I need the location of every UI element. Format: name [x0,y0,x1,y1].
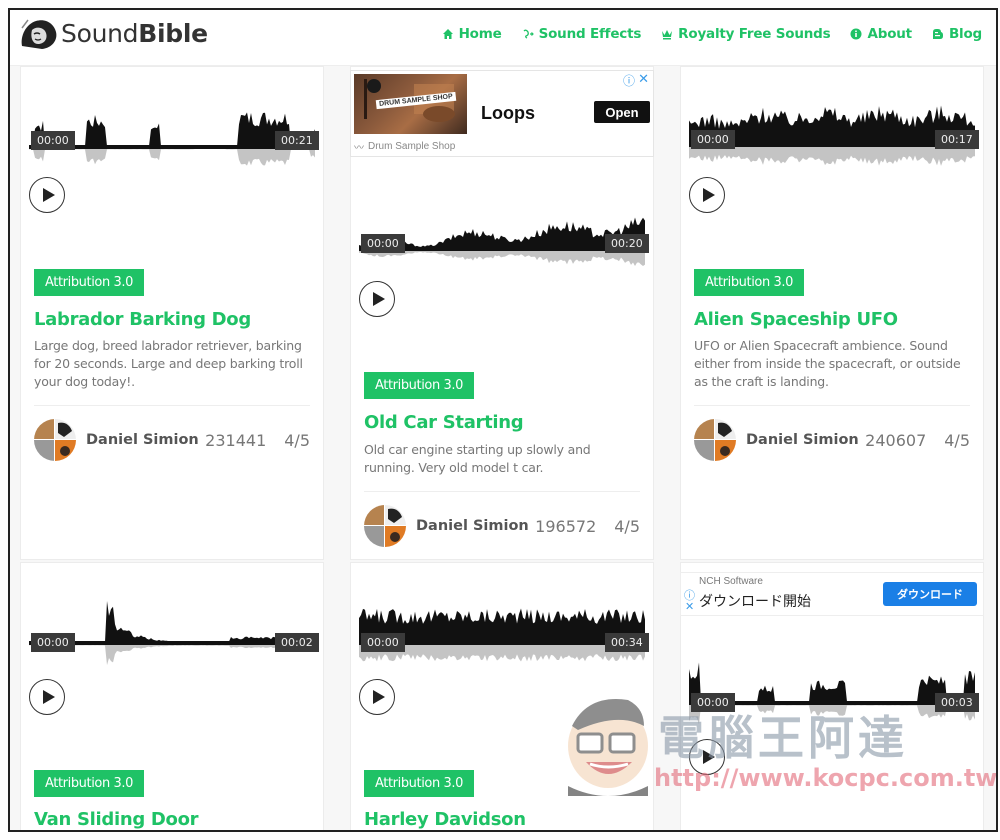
time-end: 00:20 [605,234,649,253]
nav-sound-effects-label: Sound Effects [538,26,642,42]
license-badge[interactable]: Attribution 3.0 [34,770,145,797]
license-badge[interactable]: Attribution 3.0 [694,269,805,296]
crown-icon [662,30,673,40]
rating: 4/5 [614,516,640,536]
time-start: 00:00 [31,633,75,652]
nav-about[interactable]: About [850,26,912,42]
license-badge[interactable]: Attribution 3.0 [364,770,475,797]
nav-royalty-free-label: Royalty Free Sounds [678,26,831,42]
browser-frame: SoundBible Home Sound Effects Royalty Fr… [8,8,998,832]
ad-download-button[interactable]: ダウンロード [883,582,977,606]
nav-sound-effects[interactable]: Sound Effects [522,26,642,42]
waveform-reflection [359,251,645,267]
time-end: 00:17 [935,130,979,149]
play-button[interactable] [29,177,65,213]
ad-info-icon[interactable]: ⓘ [623,72,635,89]
ad-image[interactable]: DRUM SAMPLE SHOP [354,74,467,134]
time-start: 00:00 [31,131,75,150]
sound-card: 00:00 00:34 Attribution 3.0 Harley David… [350,562,654,830]
site-header: SoundBible Home Sound Effects Royalty Fr… [10,10,996,66]
author-avatar[interactable] [34,419,76,461]
sound-card: 00:00 00:21 Attribution 3.0 Labrador Bar… [20,66,324,560]
ad-title[interactable]: ダウンロード開始 [699,591,811,611]
nav-home[interactable]: Home [442,26,502,42]
waveform-reflection [689,147,975,166]
nav-royalty-free[interactable]: Royalty Free Sounds [661,26,831,42]
time-start: 00:00 [361,633,405,652]
ad-open-button[interactable]: Open [594,101,650,123]
ad-source: NCH Software [699,576,763,587]
ad-banner-drum-sample[interactable]: DRUM SAMPLE SHOP Loops Open 〰 Drum Sampl… [350,70,654,157]
sound-meta: Daniel Simion 231441 4/5 [34,419,310,461]
time-start: 00:00 [691,693,735,712]
license-badge[interactable]: Attribution 3.0 [34,269,145,296]
ad-close-icon[interactable]: ✕ [638,71,649,87]
play-button[interactable] [359,679,395,715]
author-name[interactable]: Daniel Simion [416,518,535,534]
time-end: 00:21 [275,131,319,150]
author-name[interactable]: Daniel Simion [746,432,865,448]
main-nav: Home Sound Effects Royalty Free Sounds A… [442,26,982,42]
author-avatar[interactable] [364,505,406,547]
blog-icon [932,29,943,39]
sound-effects-icon [523,29,534,39]
divider [364,491,640,492]
play-button[interactable] [689,739,725,775]
site-logo[interactable]: SoundBible [18,16,208,50]
sound-description: UFO or Alien Spacecraft ambience. Sound … [694,338,961,389]
nav-blog-label: Blog [948,26,982,42]
sound-meta: Daniel Simion 196572 4/5 [364,505,640,547]
waveform-reflection [29,149,315,166]
time-end: 00:03 [935,693,979,712]
sound-description: Old car engine starting up slowly and ru… [364,442,591,475]
rating: 4/5 [284,430,310,450]
sound-card: 00:00 00:02 Attribution 3.0 Van Sliding … [20,562,324,830]
nav-home-label: Home [458,26,502,42]
sound-title[interactable]: Harley Davidson [364,809,526,830]
time-start: 00:00 [691,130,735,149]
divider [34,405,310,406]
sound-meta: Daniel Simion 240607 4/5 [694,419,970,461]
ad-source-label: Drum Sample Shop [368,141,456,152]
download-count: 240607 [865,430,927,450]
logo-face-icon [18,16,60,50]
sound-title[interactable]: Old Car Starting [364,412,524,433]
rating: 4/5 [944,430,970,450]
ad-title[interactable]: Loops [481,103,535,124]
sound-title[interactable]: Van Sliding Door [34,809,199,830]
download-count: 196572 [535,516,597,536]
info-icon [850,28,862,40]
play-button[interactable] [29,679,65,715]
ad-banner-nch[interactable]: ⓘ ✕ NCH Software ダウンロード開始 ダウンロード [680,572,984,616]
sound-title[interactable]: Labrador Barking Dog [34,309,251,330]
logo-text: SoundBible [61,18,208,48]
mustache-icon: 〰 [354,143,364,154]
nav-blog[interactable]: Blog [932,26,982,42]
play-button[interactable] [689,177,725,213]
time-end: 00:02 [275,633,319,652]
sound-card: 00:00 00:17 Attribution 3.0 Alien Spaces… [680,66,984,560]
download-count: 231441 [205,430,267,450]
sound-description: Large dog, breed labrador retriever, bar… [34,338,303,389]
home-icon [442,29,453,39]
ad-source: 〰 Drum Sample Shop [354,139,455,154]
sound-title[interactable]: Alien Spaceship UFO [694,309,898,330]
author-avatar[interactable] [694,419,736,461]
author-name[interactable]: Daniel Simion [86,432,205,448]
license-badge[interactable]: Attribution 3.0 [364,372,475,399]
nav-about-label: About [867,26,912,42]
time-start: 00:00 [361,234,405,253]
play-button[interactable] [359,281,395,317]
divider [694,405,970,406]
time-end: 00:34 [605,633,649,652]
ad-close-icon[interactable]: ✕ [685,600,694,613]
